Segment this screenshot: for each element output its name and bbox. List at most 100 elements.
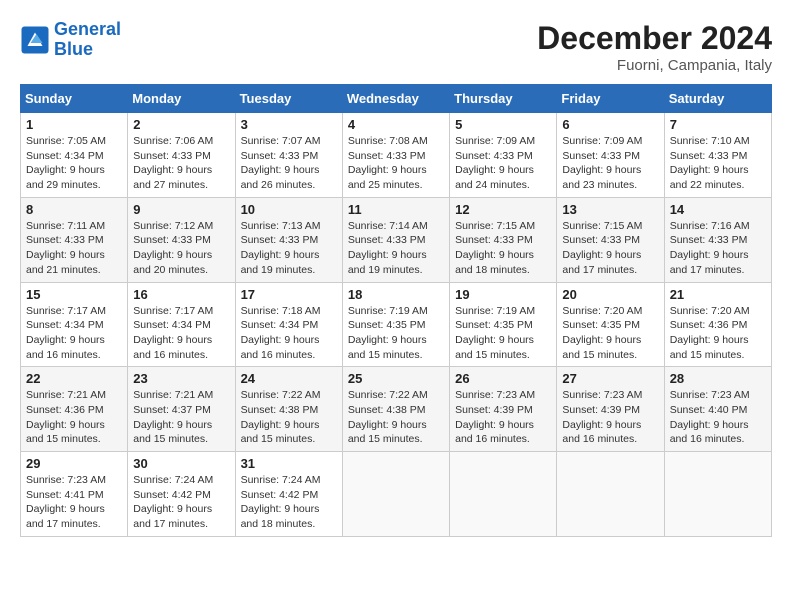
- day-info: Sunrise: 7:20 AMSunset: 4:36 PMDaylight:…: [670, 304, 766, 363]
- logo-icon: [20, 25, 50, 55]
- day-info: Sunrise: 7:23 AMSunset: 4:40 PMDaylight:…: [670, 388, 766, 447]
- day-number: 11: [348, 202, 444, 217]
- day-info: Sunrise: 7:24 AMSunset: 4:42 PMDaylight:…: [133, 473, 229, 532]
- calendar-cell: 23 Sunrise: 7:21 AMSunset: 4:37 PMDayligh…: [128, 367, 235, 452]
- calendar-cell: 28 Sunrise: 7:23 AMSunset: 4:40 PMDayligh…: [664, 367, 771, 452]
- weekday-header-sunday: Sunday: [21, 85, 128, 113]
- day-number: 2: [133, 117, 229, 132]
- day-info: Sunrise: 7:07 AMSunset: 4:33 PMDaylight:…: [241, 134, 337, 193]
- calendar-cell: 21 Sunrise: 7:20 AMSunset: 4:36 PMDayligh…: [664, 282, 771, 367]
- day-number: 21: [670, 287, 766, 302]
- day-number: 24: [241, 371, 337, 386]
- day-number: 31: [241, 456, 337, 471]
- calendar-cell: [557, 452, 664, 537]
- day-number: 27: [562, 371, 658, 386]
- logo-blue: Blue: [54, 39, 93, 59]
- calendar-week-row: 29 Sunrise: 7:23 AMSunset: 4:41 PMDayligh…: [21, 452, 772, 537]
- calendar-cell: 10 Sunrise: 7:13 AMSunset: 4:33 PMDayligh…: [235, 197, 342, 282]
- day-info: Sunrise: 7:17 AMSunset: 4:34 PMDaylight:…: [133, 304, 229, 363]
- day-info: Sunrise: 7:09 AMSunset: 4:33 PMDaylight:…: [562, 134, 658, 193]
- day-number: 19: [455, 287, 551, 302]
- calendar-cell: 9 Sunrise: 7:12 AMSunset: 4:33 PMDaylight…: [128, 197, 235, 282]
- calendar-cell: 14 Sunrise: 7:16 AMSunset: 4:33 PMDayligh…: [664, 197, 771, 282]
- day-info: Sunrise: 7:10 AMSunset: 4:33 PMDaylight:…: [670, 134, 766, 193]
- day-number: 4: [348, 117, 444, 132]
- day-info: Sunrise: 7:06 AMSunset: 4:33 PMDaylight:…: [133, 134, 229, 193]
- day-info: Sunrise: 7:09 AMSunset: 4:33 PMDaylight:…: [455, 134, 551, 193]
- day-number: 16: [133, 287, 229, 302]
- title-block: December 2024 Fuorni, Campania, Italy: [537, 20, 772, 74]
- calendar-cell: 31 Sunrise: 7:24 AMSunset: 4:42 PMDayligh…: [235, 452, 342, 537]
- calendar-cell: 12 Sunrise: 7:15 AMSunset: 4:33 PMDayligh…: [450, 197, 557, 282]
- page-header: General Blue December 2024 Fuorni, Campa…: [20, 20, 772, 74]
- day-number: 22: [26, 371, 122, 386]
- calendar-cell: [664, 452, 771, 537]
- calendar-cell: 19Sunrise: 7:19 AMSunset: 4:35 PMDayligh…: [450, 282, 557, 367]
- weekday-header-saturday: Saturday: [664, 85, 771, 113]
- day-info: Sunrise: 7:23 AMSunset: 4:41 PMDaylight:…: [26, 473, 122, 532]
- calendar-cell: 5 Sunrise: 7:09 AMSunset: 4:33 PMDaylight…: [450, 113, 557, 198]
- day-info: Sunrise: 7:18 AMSunset: 4:34 PMDaylight:…: [241, 304, 337, 363]
- day-info: Sunrise: 7:23 AMSunset: 4:39 PMDaylight:…: [455, 388, 551, 447]
- day-number: 10: [241, 202, 337, 217]
- calendar-cell: 29 Sunrise: 7:23 AMSunset: 4:41 PMDayligh…: [21, 452, 128, 537]
- day-number: 18: [348, 287, 444, 302]
- month-year-title: December 2024: [537, 20, 772, 57]
- calendar-cell: 26Sunrise: 7:23 AMSunset: 4:39 PMDayligh…: [450, 367, 557, 452]
- calendar-cell: [450, 452, 557, 537]
- day-number: 30: [133, 456, 229, 471]
- day-info: Sunrise: 7:13 AMSunset: 4:33 PMDaylight:…: [241, 219, 337, 278]
- calendar-table: SundayMondayTuesdayWednesdayThursdayFrid…: [20, 84, 772, 537]
- day-number: 17: [241, 287, 337, 302]
- calendar-cell: 2 Sunrise: 7:06 AMSunset: 4:33 PMDaylight…: [128, 113, 235, 198]
- logo-general: General: [54, 19, 121, 39]
- calendar-cell: 16 Sunrise: 7:17 AMSunset: 4:34 PMDayligh…: [128, 282, 235, 367]
- day-info: Sunrise: 7:21 AMSunset: 4:37 PMDaylight:…: [133, 388, 229, 447]
- day-info: Sunrise: 7:15 AMSunset: 4:33 PMDaylight:…: [562, 219, 658, 278]
- day-number: 7: [670, 117, 766, 132]
- day-number: 1: [26, 117, 122, 132]
- day-info: Sunrise: 7:16 AMSunset: 4:33 PMDaylight:…: [670, 219, 766, 278]
- day-info: Sunrise: 7:23 AMSunset: 4:39 PMDaylight:…: [562, 388, 658, 447]
- calendar-cell: 25Sunrise: 7:22 AMSunset: 4:38 PMDayligh…: [342, 367, 449, 452]
- weekday-header-friday: Friday: [557, 85, 664, 113]
- calendar-cell: 27 Sunrise: 7:23 AMSunset: 4:39 PMDayligh…: [557, 367, 664, 452]
- day-info: Sunrise: 7:19 AMSunset: 4:35 PMDaylight:…: [348, 304, 444, 363]
- day-info: Sunrise: 7:08 AMSunset: 4:33 PMDaylight:…: [348, 134, 444, 193]
- day-info: Sunrise: 7:17 AMSunset: 4:34 PMDaylight:…: [26, 304, 122, 363]
- calendar-cell: 24 Sunrise: 7:22 AMSunset: 4:38 PMDayligh…: [235, 367, 342, 452]
- day-info: Sunrise: 7:15 AMSunset: 4:33 PMDaylight:…: [455, 219, 551, 278]
- day-number: 28: [670, 371, 766, 386]
- day-number: 3: [241, 117, 337, 132]
- day-info: Sunrise: 7:20 AMSunset: 4:35 PMDaylight:…: [562, 304, 658, 363]
- day-number: 15: [26, 287, 122, 302]
- day-number: 14: [670, 202, 766, 217]
- day-info: Sunrise: 7:11 AMSunset: 4:33 PMDaylight:…: [26, 219, 122, 278]
- calendar-cell: 20 Sunrise: 7:20 AMSunset: 4:35 PMDayligh…: [557, 282, 664, 367]
- day-number: 12: [455, 202, 551, 217]
- day-info: Sunrise: 7:22 AMSunset: 4:38 PMDaylight:…: [241, 388, 337, 447]
- day-info: Sunrise: 7:24 AMSunset: 4:42 PMDaylight:…: [241, 473, 337, 532]
- day-number: 8: [26, 202, 122, 217]
- calendar-week-row: 1Sunrise: 7:05 AMSunset: 4:34 PMDaylight…: [21, 113, 772, 198]
- day-number: 13: [562, 202, 658, 217]
- day-number: 9: [133, 202, 229, 217]
- calendar-week-row: 8 Sunrise: 7:11 AMSunset: 4:33 PMDaylight…: [21, 197, 772, 282]
- day-info: Sunrise: 7:12 AMSunset: 4:33 PMDaylight:…: [133, 219, 229, 278]
- weekday-header-wednesday: Wednesday: [342, 85, 449, 113]
- day-number: 5: [455, 117, 551, 132]
- day-info: Sunrise: 7:22 AMSunset: 4:38 PMDaylight:…: [348, 388, 444, 447]
- weekday-header-thursday: Thursday: [450, 85, 557, 113]
- day-number: 20: [562, 287, 658, 302]
- day-number: 23: [133, 371, 229, 386]
- calendar-week-row: 22 Sunrise: 7:21 AMSunset: 4:36 PMDayligh…: [21, 367, 772, 452]
- day-info: Sunrise: 7:21 AMSunset: 4:36 PMDaylight:…: [26, 388, 122, 447]
- day-number: 29: [26, 456, 122, 471]
- calendar-cell: 1Sunrise: 7:05 AMSunset: 4:34 PMDaylight…: [21, 113, 128, 198]
- calendar-cell: 18 Sunrise: 7:19 AMSunset: 4:35 PMDayligh…: [342, 282, 449, 367]
- weekday-header-monday: Monday: [128, 85, 235, 113]
- calendar-cell: 8 Sunrise: 7:11 AMSunset: 4:33 PMDaylight…: [21, 197, 128, 282]
- calendar-cell: 4 Sunrise: 7:08 AMSunset: 4:33 PMDaylight…: [342, 113, 449, 198]
- calendar-cell: 30 Sunrise: 7:24 AMSunset: 4:42 PMDayligh…: [128, 452, 235, 537]
- day-number: 6: [562, 117, 658, 132]
